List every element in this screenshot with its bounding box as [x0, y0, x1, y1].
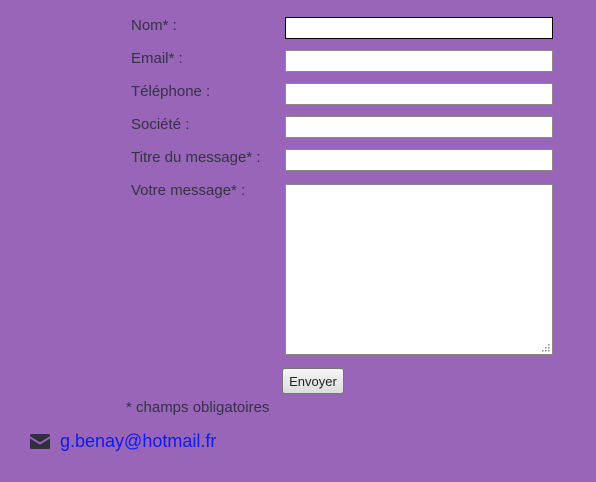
name-label: Nom* : — [131, 17, 177, 34]
envelope-icon — [30, 434, 50, 449]
required-fields-note: * champs obligatoires — [126, 399, 270, 416]
message-textarea[interactable] — [285, 184, 553, 355]
email-label: Email* : — [131, 50, 183, 67]
email-link[interactable]: g.benay@hotmail.fr — [60, 430, 216, 452]
company-label: Société : — [131, 116, 190, 133]
company-input[interactable] — [285, 116, 553, 138]
name-input[interactable] — [285, 17, 553, 39]
message-label: Votre message* : — [131, 182, 246, 199]
send-button[interactable]: Envoyer — [282, 368, 344, 394]
phone-input[interactable] — [285, 83, 553, 105]
subject-label: Titre du message* : — [131, 149, 261, 166]
subject-input[interactable] — [285, 149, 553, 171]
email-input[interactable] — [285, 50, 553, 72]
phone-label: Téléphone : — [131, 83, 211, 100]
contact-form: Nom* : Email* : Téléphone : Société : Ti… — [0, 0, 596, 482]
contact-email-row: g.benay@hotmail.fr — [30, 430, 216, 452]
